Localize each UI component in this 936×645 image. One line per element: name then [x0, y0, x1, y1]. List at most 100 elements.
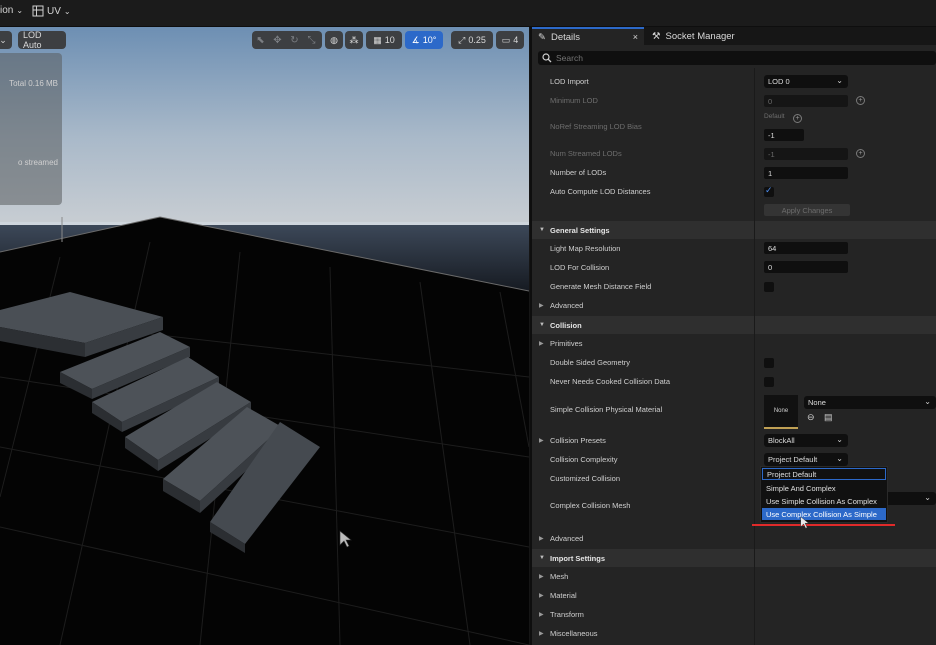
view-mode-menu[interactable]: ion ⌄ — [0, 5, 23, 16]
section-general-settings[interactable]: ▼ General Settings — [532, 221, 936, 239]
light-map-field[interactable]: 64 — [764, 242, 848, 254]
gen-mesh-df-checkbox[interactable] — [764, 282, 774, 292]
noref-bias-label: NoRef Streaming LOD Bias — [550, 122, 642, 131]
phys-mat-combo[interactable]: None ⌄ — [804, 396, 936, 409]
browse-folder-icon[interactable]: ▤ — [824, 412, 833, 423]
transform-label: Transform — [550, 610, 584, 619]
option-complex-as-simple[interactable]: Use Complex Collision As Simple — [762, 508, 886, 520]
add-platform-override-icon[interactable]: + — [856, 96, 865, 105]
row-number-of-lods: Number of LODs 1 — [532, 165, 936, 180]
num-lods-field[interactable]: 1 — [764, 167, 848, 179]
row-apply-changes: Apply Changes — [532, 203, 936, 218]
general-settings-label: General Settings — [550, 225, 610, 235]
lod-label: LOD Auto — [23, 30, 42, 50]
minimum-lod-field[interactable]: 0 — [764, 95, 848, 107]
tab-details[interactable]: ✎ Details × — [532, 27, 644, 45]
row-primitives[interactable]: ▶ Primitives — [532, 336, 936, 351]
never-cooked-checkbox[interactable] — [764, 377, 774, 387]
world-local-toggle[interactable]: ◍ — [325, 31, 343, 49]
grid-snap-button[interactable]: ▦ 10 — [366, 31, 402, 49]
lod-collision-field[interactable]: 0 — [764, 261, 848, 273]
section-collision[interactable]: ▼ Collision — [532, 316, 936, 334]
material-thumbnail[interactable]: None — [764, 395, 798, 429]
caret-down-icon: ▼ — [539, 322, 545, 328]
uv-label: UV — [47, 5, 61, 17]
caret-right-icon: ▶ — [539, 593, 544, 599]
select-icon[interactable]: ⬉ — [252, 35, 269, 46]
row-transform[interactable]: ▶ Transform — [532, 607, 936, 622]
collision-complexity-combo[interactable]: Project Default ⌄ — [764, 453, 848, 466]
primitives-label: Primitives — [550, 339, 583, 348]
caret-right-icon: ▶ — [539, 574, 544, 580]
uv-menu[interactable]: UV ⌄ — [32, 5, 71, 17]
row-miscellaneous[interactable]: ▶ Miscellaneous — [532, 626, 936, 641]
add-platform-override-icon[interactable]: + — [856, 149, 865, 158]
details-panel: ✎ Details × ⚒ Socket Manager LOD Import … — [530, 27, 936, 645]
row-lod-import: LOD Import LOD 0 ⌄ — [532, 74, 936, 89]
grid-snap-value: 10 — [384, 35, 395, 45]
search-box[interactable] — [538, 51, 936, 65]
close-icon[interactable]: × — [633, 32, 638, 42]
row-advanced-collision[interactable]: ▶ Advanced — [532, 531, 936, 546]
light-map-label: Light Map Resolution — [550, 244, 621, 253]
option-project-default[interactable]: Project Default — [762, 468, 886, 480]
rotate-icon[interactable]: ↻ — [286, 35, 303, 46]
apply-changes-button[interactable]: Apply Changes — [764, 204, 850, 216]
row-noref-bias: NoRef Streaming LOD Bias Default + -1 — [532, 112, 936, 144]
customized-collision-label: Customized Collision — [550, 474, 621, 483]
search-input[interactable] — [556, 53, 916, 63]
option-simple-as-complex[interactable]: Use Simple Collision As Complex — [762, 495, 886, 507]
noref-bias-field[interactable]: -1 — [764, 129, 804, 141]
move-icon[interactable]: ✥ — [269, 35, 286, 46]
gen-mesh-df-label: Generate Mesh Distance Field — [550, 282, 652, 291]
scale-arrow-icon: ⤢ — [458, 34, 466, 45]
collision-complexity-value: Project Default — [768, 455, 818, 464]
caret-down-icon: ▼ — [539, 555, 545, 561]
double-sided-label: Double Sided Geometry — [550, 358, 631, 367]
num-streamed-field[interactable]: -1 — [764, 148, 848, 160]
scale-snap-button[interactable]: ⤢ 0.25 — [451, 31, 493, 49]
option-simple-and-complex[interactable]: Simple And Complex — [762, 482, 886, 494]
row-mesh[interactable]: ▶ Mesh — [532, 569, 936, 584]
collision-presets-combo[interactable]: BlockAll ⌄ — [764, 434, 848, 447]
mouse-cursor-icon — [339, 530, 352, 548]
row-advanced-general[interactable]: ▶ Advanced — [532, 298, 936, 313]
auto-compute-checkbox[interactable] — [764, 185, 774, 197]
num-lods-value: 1 — [768, 168, 773, 178]
panel-tab-bar: ✎ Details × ⚒ Socket Manager — [532, 27, 936, 45]
collision-label: Collision — [550, 320, 582, 330]
top-toolbar: ion ⌄ UV ⌄ — [0, 0, 936, 27]
static-mesh-viewport[interactable]: ⌄ LOD Auto ⬉ ✥ ↻ ⤡ ◍ ⁂ ▦ 10 ∡ 10° ⤢ 0.25… — [0, 27, 529, 645]
chevron-down-icon: ⌄ — [63, 6, 71, 16]
row-collision-complexity: Collision Complexity Project Default ⌄ — [532, 452, 936, 467]
double-sided-checkbox[interactable] — [764, 358, 774, 368]
lod-auto-button[interactable]: LOD Auto — [18, 30, 66, 50]
uv-grid-icon — [32, 5, 44, 17]
annotation-underline — [752, 524, 895, 526]
section-import-settings[interactable]: ▼ Import Settings — [532, 549, 936, 567]
num-streamed-value: -1 — [768, 149, 775, 159]
viewport-scene — [0, 27, 529, 645]
collision-complexity-label: Collision Complexity — [550, 455, 618, 464]
add-override-icon[interactable]: + — [793, 114, 802, 123]
lod-import-combo[interactable]: LOD 0 ⌄ — [764, 75, 848, 88]
lod-import-label: LOD Import — [550, 77, 589, 86]
viewport-menu-button[interactable]: ⌄ — [0, 31, 12, 49]
search-row — [532, 48, 936, 68]
apply-changes-label: Apply Changes — [781, 205, 833, 215]
use-selected-icon[interactable]: ⊖ — [807, 412, 815, 423]
camera-speed-button[interactable]: ▭ 4 — [496, 31, 524, 49]
grid-icon: ▦ — [373, 34, 382, 45]
collision-complexity-dropdown: Project Default Simple And Complex Use S… — [760, 466, 888, 523]
caret-right-icon: ▶ — [539, 631, 544, 637]
row-material[interactable]: ▶ Material — [532, 588, 936, 603]
tab-socket-manager-label: Socket Manager — [665, 30, 735, 42]
rotation-snap-button[interactable]: ∡ 10° — [405, 31, 443, 49]
scale-icon[interactable]: ⤡ — [303, 35, 320, 46]
never-cooked-label: Never Needs Cooked Collision Data — [550, 377, 671, 386]
row-collision-presets: ▶ Collision Presets BlockAll ⌄ — [532, 433, 936, 448]
surface-snap-button[interactable]: ⁂ — [345, 31, 363, 49]
row-num-streamed-lods: Num Streamed LODs -1 + — [532, 146, 936, 161]
caret-right-icon[interactable]: ▶ — [539, 437, 544, 444]
tab-socket-manager[interactable]: ⚒ Socket Manager — [646, 27, 766, 45]
